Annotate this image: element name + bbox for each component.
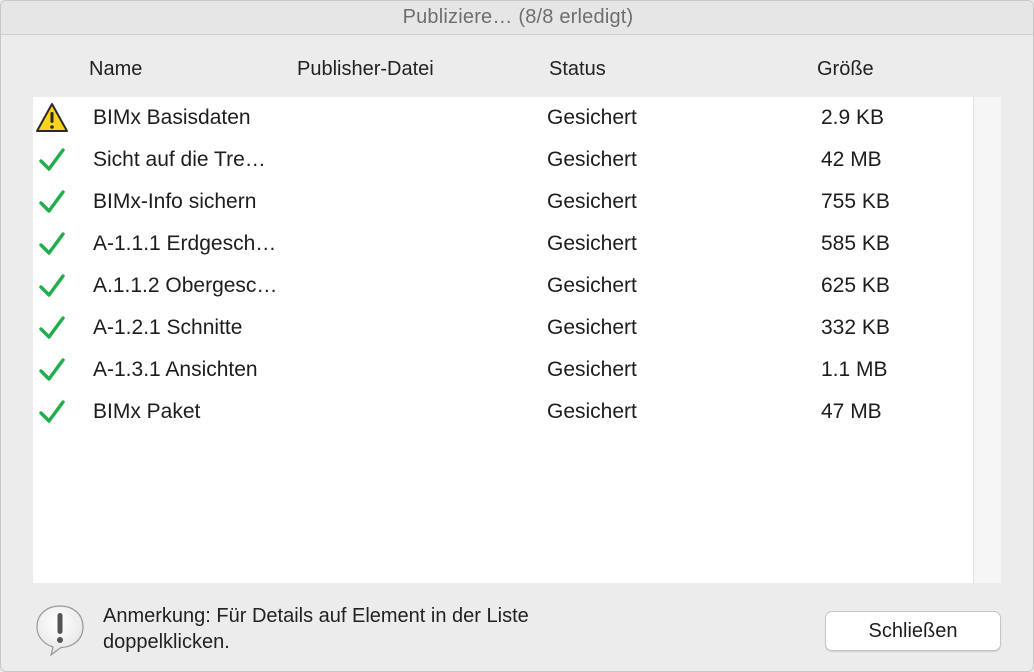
row-size: 1.1 MB: [821, 358, 888, 381]
row-name: A-1.1.1 Erdgesch…: [93, 232, 277, 255]
row-size: 625 KB: [821, 274, 890, 297]
row-size: 332 KB: [821, 316, 890, 339]
row-status: Gesichert: [547, 148, 637, 171]
row-name: BIMx Basisdaten: [93, 106, 251, 129]
row-size: 2.9 KB: [821, 106, 885, 129]
column-header-status[interactable]: Status: [549, 58, 606, 84]
checkmark-icon: [35, 395, 69, 429]
row-status: Gesichert: [547, 190, 637, 213]
row-size: 755 KB: [821, 190, 890, 213]
row-name: Sicht auf die Tre…: [93, 148, 266, 171]
row-status: Gesichert: [547, 316, 637, 339]
scrollbar-track[interactable]: [973, 97, 1001, 583]
checkmark-icon: [35, 311, 69, 345]
row-status: Gesichert: [547, 400, 637, 423]
note-text: Anmerkung: Für Details auf Element in de…: [103, 605, 529, 653]
row-name: BIMx-Info sichern: [93, 190, 257, 213]
warning-icon: [35, 101, 69, 135]
table-row[interactable]: A-1.1.1 Erdgesch… Gesichert 585 KB: [33, 223, 973, 265]
column-header-publisher-file[interactable]: Publisher-Datei: [297, 58, 434, 84]
column-header-size[interactable]: Größe: [817, 58, 874, 84]
row-status: Gesichert: [547, 106, 637, 129]
table-row[interactable]: A.1.1.2 Obergesc… Gesichert 625 KB: [33, 265, 973, 307]
table-row[interactable]: Sicht auf die Tre… Gesichert 42 MB: [33, 139, 973, 181]
row-name: BIMx Paket: [93, 400, 201, 423]
table-row[interactable]: A-1.2.1 Schnitte Gesichert 332 KB: [33, 307, 973, 349]
row-size: 42 MB: [821, 148, 882, 171]
close-button[interactable]: Schließen: [825, 611, 1001, 651]
column-header-name[interactable]: Name: [89, 58, 142, 84]
table-row[interactable]: BIMx Basisdaten Gesichert 2.9 KB: [33, 97, 973, 139]
checkmark-icon: [35, 269, 69, 303]
row-status: Gesichert: [547, 358, 637, 381]
exclamation-bubble-icon: [35, 604, 85, 657]
checkmark-icon: [35, 227, 69, 261]
row-size: 47 MB: [821, 400, 882, 423]
checkmark-icon: [35, 143, 69, 177]
row-status: Gesichert: [547, 274, 637, 297]
window-title: Publiziere… (8/8 erledigt): [1, 1, 1033, 35]
checkmark-icon: [35, 353, 69, 387]
publish-dialog: Publiziere… (8/8 erledigt) Name Publishe…: [0, 0, 1034, 672]
table-row[interactable]: BIMx-Info sichern Gesichert 755 KB: [33, 181, 973, 223]
row-name: A-1.2.1 Schnitte: [93, 316, 243, 339]
row-name: A.1.1.2 Obergesc…: [93, 274, 278, 297]
checkmark-icon: [35, 185, 69, 219]
table-row[interactable]: BIMx Paket Gesichert 47 MB: [33, 391, 973, 433]
row-name: A-1.3.1 Ansichten: [93, 358, 258, 381]
row-size: 585 KB: [821, 232, 890, 255]
table-row[interactable]: A-1.3.1 Ansichten Gesichert 1.1 MB: [33, 349, 973, 391]
row-status: Gesichert: [547, 232, 637, 255]
